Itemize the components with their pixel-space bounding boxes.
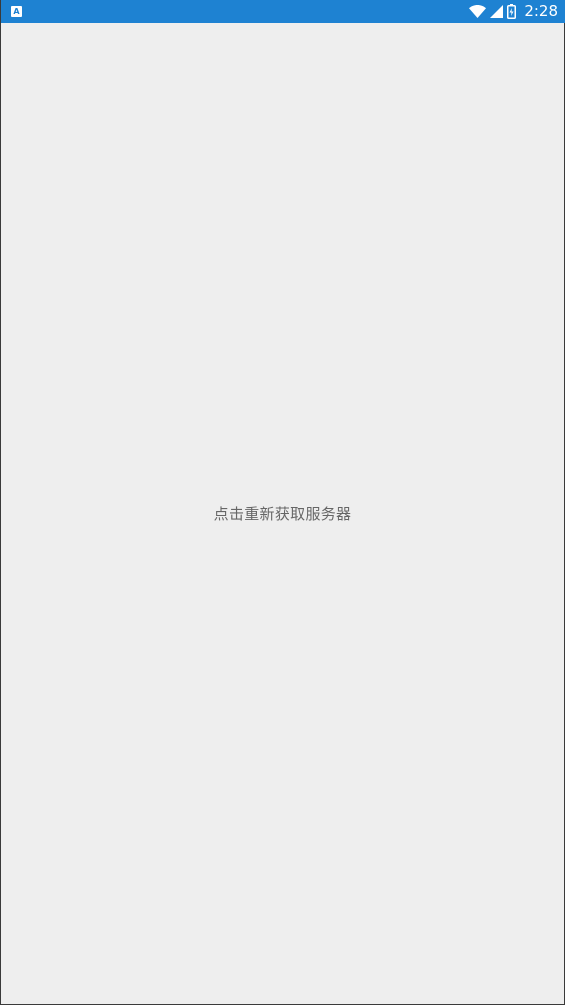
status-time: 2:28	[524, 2, 558, 20]
main-content: 点击重新获取服务器	[1, 23, 564, 1004]
refresh-server-button[interactable]: 点击重新获取服务器	[1, 503, 564, 524]
cell-signal-icon	[490, 5, 504, 18]
app-screen: A 2:28 点击重新获取服务器	[0, 0, 565, 1005]
battery-icon	[507, 4, 517, 19]
status-bar: A 2:28	[1, 0, 565, 23]
notification-glyph: A	[13, 6, 20, 16]
status-indicators: 2:28	[469, 0, 558, 23]
app-notification-icon: A	[11, 6, 22, 17]
wifi-icon	[469, 5, 487, 18]
